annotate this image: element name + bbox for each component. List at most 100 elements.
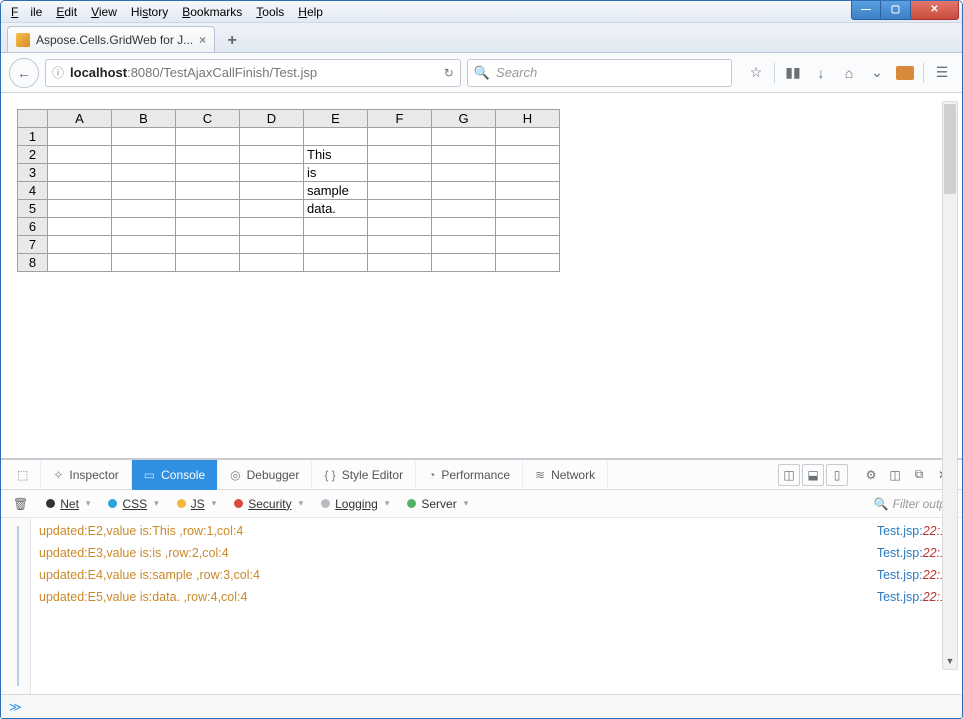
cell-H3[interactable] bbox=[496, 164, 560, 182]
filter-js[interactable]: JS▾ bbox=[171, 495, 223, 513]
close-button[interactable]: ✕ bbox=[911, 0, 959, 20]
devtools-tab-debugger[interactable]: ◎Debugger bbox=[218, 460, 312, 490]
row-header-4[interactable]: 4 bbox=[18, 182, 48, 200]
vertical-scrollbar[interactable]: ▲ ▼ bbox=[942, 101, 958, 670]
cell-E8[interactable] bbox=[304, 254, 368, 272]
cell-F1[interactable] bbox=[368, 128, 432, 146]
cell-C4[interactable] bbox=[176, 182, 240, 200]
cell-H5[interactable] bbox=[496, 200, 560, 218]
col-header-G[interactable]: G bbox=[432, 110, 496, 128]
cell-B7[interactable] bbox=[112, 236, 176, 254]
back-button[interactable]: ← bbox=[9, 58, 39, 88]
maximize-button[interactable]: ▢ bbox=[881, 0, 911, 20]
cell-A6[interactable] bbox=[48, 218, 112, 236]
cell-D3[interactable] bbox=[240, 164, 304, 182]
cell-C5[interactable] bbox=[176, 200, 240, 218]
cell-A7[interactable] bbox=[48, 236, 112, 254]
scroll-down-icon[interactable]: ▼ bbox=[943, 653, 957, 669]
cell-D5[interactable] bbox=[240, 200, 304, 218]
devtools-tab-styleeditor[interactable]: { }Style Editor bbox=[312, 460, 416, 490]
cell-E2[interactable]: This bbox=[304, 146, 368, 164]
home-icon[interactable]: ⌂ bbox=[837, 61, 861, 85]
cell-F8[interactable] bbox=[368, 254, 432, 272]
pocket-icon[interactable]: ⌄ bbox=[865, 61, 889, 85]
cell-G3[interactable] bbox=[432, 164, 496, 182]
cell-F4[interactable] bbox=[368, 182, 432, 200]
cell-C7[interactable] bbox=[176, 236, 240, 254]
clear-console-icon[interactable]: 🗑 bbox=[7, 497, 34, 511]
cell-A2[interactable] bbox=[48, 146, 112, 164]
col-header-D[interactable]: D bbox=[240, 110, 304, 128]
row-header-6[interactable]: 6 bbox=[18, 218, 48, 236]
cell-G2[interactable] bbox=[432, 146, 496, 164]
cell-F7[interactable] bbox=[368, 236, 432, 254]
reload-icon[interactable]: ↻ bbox=[444, 66, 454, 80]
row-header-1[interactable]: 1 bbox=[18, 128, 48, 146]
col-header-A[interactable]: A bbox=[48, 110, 112, 128]
cell-C1[interactable] bbox=[176, 128, 240, 146]
menu-help[interactable]: Help bbox=[292, 3, 329, 21]
menu-view[interactable]: View bbox=[85, 3, 123, 21]
cell-B5[interactable] bbox=[112, 200, 176, 218]
cell-A1[interactable] bbox=[48, 128, 112, 146]
browser-tab[interactable]: Aspose.Cells.GridWeb for J... × bbox=[7, 26, 215, 52]
cell-E6[interactable] bbox=[304, 218, 368, 236]
menu-edit[interactable]: Edit bbox=[50, 3, 83, 21]
cell-H8[interactable] bbox=[496, 254, 560, 272]
library-icon[interactable]: ▮▮ bbox=[781, 61, 805, 85]
bookmark-star-icon[interactable]: ☆ bbox=[744, 61, 768, 85]
cell-E5[interactable]: data. bbox=[304, 200, 368, 218]
cell-E7[interactable] bbox=[304, 236, 368, 254]
popout-icon[interactable]: ⧉ bbox=[908, 464, 930, 486]
cell-B1[interactable] bbox=[112, 128, 176, 146]
cell-B4[interactable] bbox=[112, 182, 176, 200]
cell-B6[interactable] bbox=[112, 218, 176, 236]
cell-E1[interactable] bbox=[304, 128, 368, 146]
dock-window-icon[interactable]: ◫ bbox=[884, 464, 906, 486]
row-header-3[interactable]: 3 bbox=[18, 164, 48, 182]
cell-C2[interactable] bbox=[176, 146, 240, 164]
responsive-icon[interactable]: ▯ bbox=[826, 464, 848, 486]
filter-net[interactable]: Net▾ bbox=[40, 495, 96, 513]
devtools-tab-network[interactable]: ≋Network bbox=[523, 460, 608, 490]
cell-F6[interactable] bbox=[368, 218, 432, 236]
cell-E3[interactable]: is bbox=[304, 164, 368, 182]
search-bar[interactable]: 🔍 Search bbox=[467, 59, 732, 87]
new-tab-button[interactable]: + bbox=[221, 30, 243, 52]
col-header-B[interactable]: B bbox=[112, 110, 176, 128]
download-icon[interactable]: ↓ bbox=[809, 61, 833, 85]
row-header-7[interactable]: 7 bbox=[18, 236, 48, 254]
dock-side-icon[interactable]: ◫ bbox=[778, 464, 800, 486]
identity-icon[interactable]: ⓘ bbox=[52, 64, 64, 81]
filter-css[interactable]: CSS▾ bbox=[102, 495, 164, 513]
cell-D1[interactable] bbox=[240, 128, 304, 146]
cell-B2[interactable] bbox=[112, 146, 176, 164]
dock-bottom-icon[interactable]: ⬓ bbox=[802, 464, 824, 486]
grid-corner[interactable] bbox=[18, 110, 48, 128]
cell-D2[interactable] bbox=[240, 146, 304, 164]
cell-G1[interactable] bbox=[432, 128, 496, 146]
cell-A4[interactable] bbox=[48, 182, 112, 200]
cell-G8[interactable] bbox=[432, 254, 496, 272]
filter-logging[interactable]: Logging▾ bbox=[315, 495, 395, 513]
cell-G6[interactable] bbox=[432, 218, 496, 236]
devtools-pick-element[interactable]: ⬚ bbox=[5, 460, 41, 490]
devtools-tab-console[interactable]: ▭Console bbox=[132, 460, 218, 490]
cell-D6[interactable] bbox=[240, 218, 304, 236]
col-header-F[interactable]: F bbox=[368, 110, 432, 128]
minimize-button[interactable]: — bbox=[851, 0, 881, 20]
tab-close-icon[interactable]: × bbox=[199, 33, 206, 47]
cell-A8[interactable] bbox=[48, 254, 112, 272]
cell-H1[interactable] bbox=[496, 128, 560, 146]
cell-F3[interactable] bbox=[368, 164, 432, 182]
cell-D4[interactable] bbox=[240, 182, 304, 200]
addon-icon[interactable] bbox=[893, 61, 917, 85]
row-header-8[interactable]: 8 bbox=[18, 254, 48, 272]
menu-bookmarks[interactable]: Bookmarks bbox=[176, 3, 248, 21]
cell-H4[interactable] bbox=[496, 182, 560, 200]
cell-C6[interactable] bbox=[176, 218, 240, 236]
cell-G5[interactable] bbox=[432, 200, 496, 218]
url-bar[interactable]: ⓘ localhost:8080/TestAjaxCallFinish/Test… bbox=[45, 59, 461, 87]
scroll-thumb[interactable] bbox=[944, 104, 956, 194]
cell-C8[interactable] bbox=[176, 254, 240, 272]
